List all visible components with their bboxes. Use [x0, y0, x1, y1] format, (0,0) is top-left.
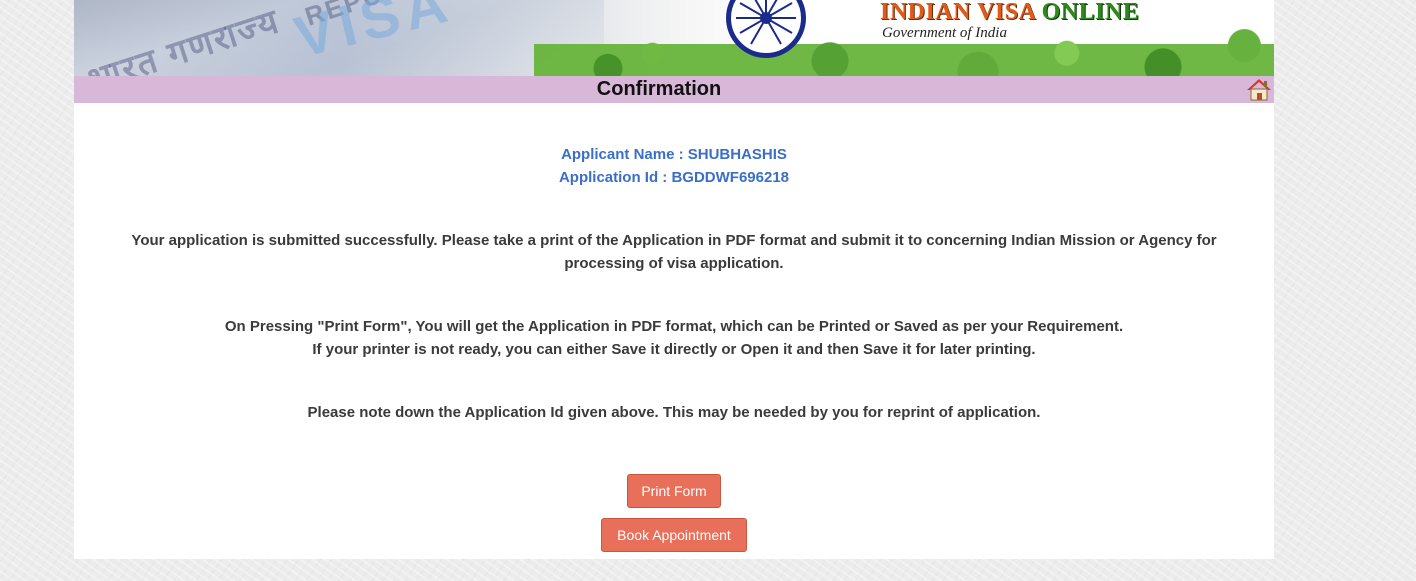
banner-hindi-text: भारत गणराज्य [83, 2, 285, 76]
visa-photo-banner: भारत गणराज्य REPU VISA [74, 0, 604, 76]
page-title: Confirmation [596, 78, 722, 100]
note-message: Please note down the Application Id give… [307, 404, 1041, 421]
brand-title-indian-visa: INDIAN VISA [880, 0, 1036, 25]
submission-message-line1: Your application is submitted successful… [131, 232, 1217, 249]
ashoka-chakra-icon [726, 0, 806, 58]
print-instructions: On Pressing "Print Form", You will get t… [104, 315, 1244, 361]
applicant-name: Applicant Name : SHUBHASHIS [561, 146, 787, 163]
banner-visa-text: VISA [288, 0, 459, 71]
book-appointment-button[interactable]: Book Appointment [601, 518, 747, 552]
brand-title: INDIAN VISA ONLINE [880, 0, 1139, 24]
brand-subtitle: Government of India [882, 25, 1007, 41]
submission-message-line2: processing of visa application. [564, 255, 784, 272]
main-container: भारत गणराज्य REPU VISA INDIAN VISA ONLIN… [74, 0, 1274, 559]
print-instructions-line2: If your printer is not ready, you can ei… [312, 341, 1036, 358]
print-form-button[interactable]: Print Form [627, 474, 721, 508]
application-id: Application Id : BGDDWF696218 [558, 169, 790, 186]
print-instructions-line1: On Pressing "Print Form", You will get t… [224, 318, 1124, 335]
header-banner: भारत गणराज्य REPU VISA INDIAN VISA ONLIN… [74, 0, 1274, 76]
home-icon[interactable] [1246, 77, 1272, 101]
site-brand: INDIAN VISA ONLINE Government of India [880, 0, 1139, 42]
title-bar: Confirmation [74, 76, 1274, 103]
submission-message: Your application is submitted successful… [104, 229, 1244, 275]
brand-title-online: ONLINE [1041, 0, 1140, 25]
